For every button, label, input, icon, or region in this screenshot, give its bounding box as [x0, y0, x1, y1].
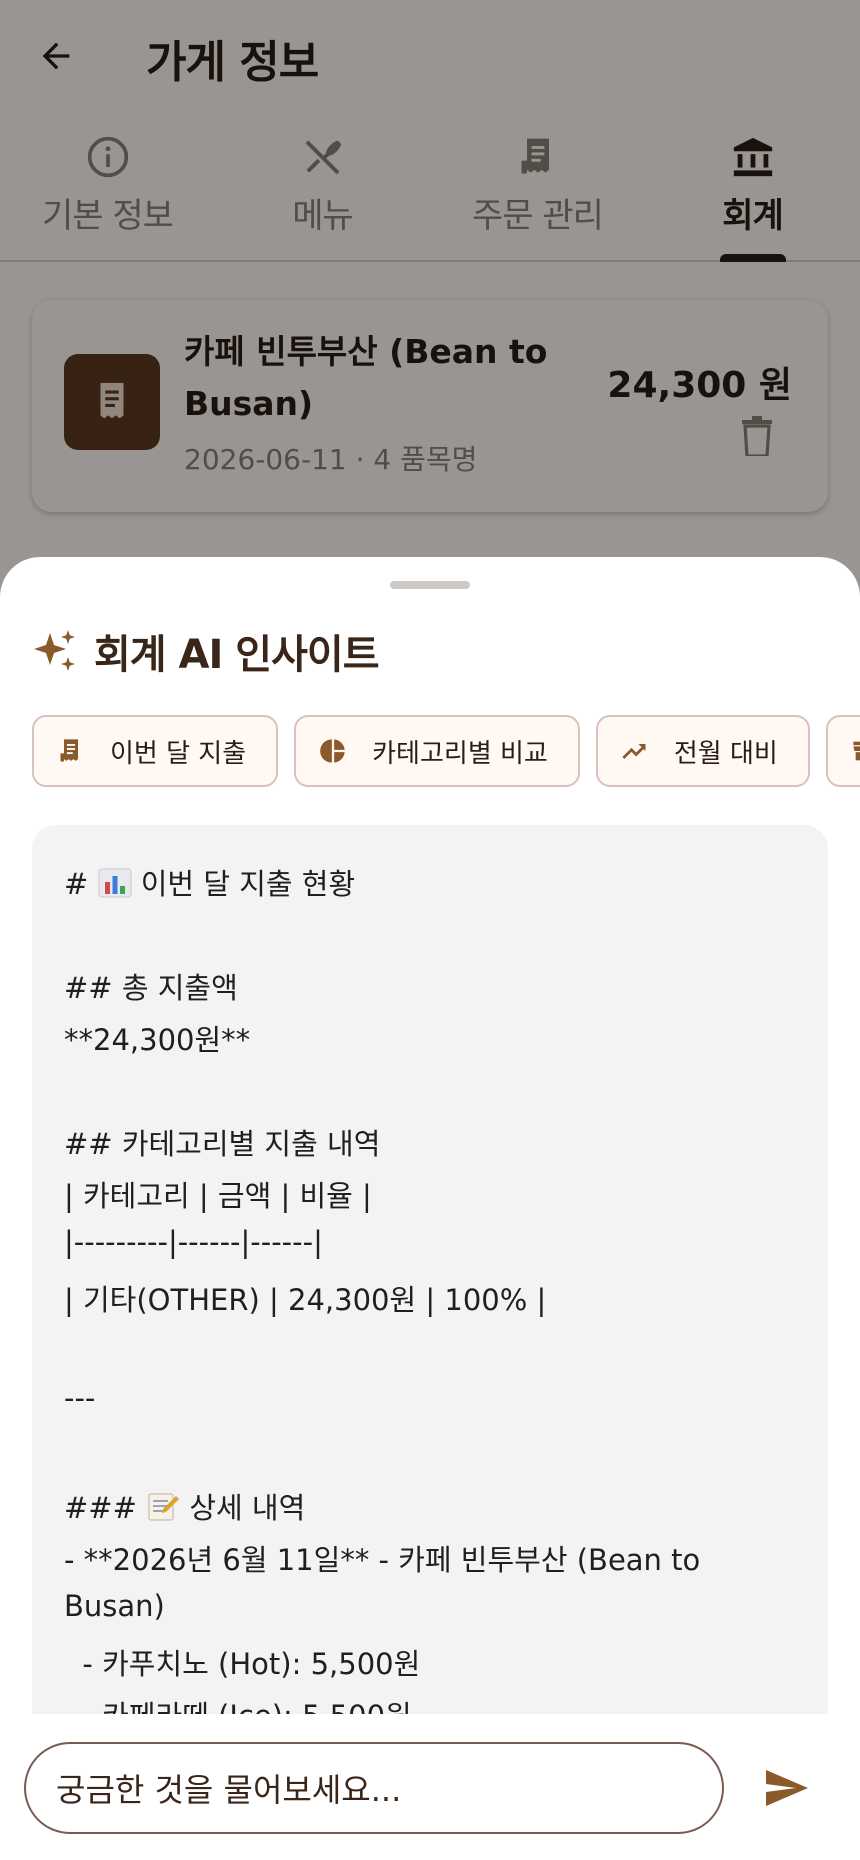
- chat-input[interactable]: 궁금한 것을 물어보세요...: [24, 1742, 724, 1834]
- chip-monthly-expense[interactable]: 이번 달 지출: [32, 715, 279, 787]
- response-total-value: **24,300원**: [64, 1023, 251, 1057]
- sparkle-icon: [34, 630, 75, 671]
- trending-up-icon: [620, 736, 650, 766]
- chip-store[interactable]: [825, 715, 860, 787]
- chat-input-bar: 궁금한 것을 물어보세요...: [0, 1714, 860, 1860]
- sheet-header: 회계 AI 인사이트: [32, 621, 379, 681]
- memo-emoji-icon: [148, 1493, 180, 1521]
- response-detail-line: Busan): [64, 1589, 165, 1623]
- ai-insight-sheet: 회계 AI 인사이트 이번 달 지출 카테고리별 비교 전월 대비 # 이번 달…: [0, 557, 860, 1860]
- response-table-separator: |---------|------|------|: [64, 1225, 323, 1259]
- chip-month-over-month[interactable]: 전월 대비: [595, 715, 810, 787]
- response-table-row: | 기타(OTHER) | 24,300원 | 100% |: [64, 1283, 547, 1317]
- ai-response-message: # 이번 달 지출 현황 ## 총 지출액 **24,300원** ## 카테고…: [32, 825, 828, 1825]
- chip-category-compare[interactable]: 카테고리별 비교: [294, 715, 580, 787]
- store-icon: [850, 736, 860, 766]
- response-detail-heading: ### 상세 내역: [64, 1491, 306, 1525]
- chip-label: 전월 대비: [673, 738, 778, 769]
- sheet-title: 회계 AI 인사이트: [94, 632, 379, 678]
- response-item: - 카푸치노 (Hot): 5,500원: [64, 1647, 421, 1681]
- pie-chart-icon: [318, 736, 348, 766]
- send-button[interactable]: [756, 1758, 816, 1818]
- response-detail-line: - **2026년 6월 11일** - 카페 빈투부산 (Bean to: [64, 1543, 701, 1577]
- drag-handle[interactable]: [390, 581, 470, 589]
- receipt-icon: [56, 736, 86, 766]
- chip-label: 이번 달 지출: [110, 738, 247, 769]
- chip-label: 카테고리별 비교: [372, 738, 548, 769]
- response-heading-1: # 이번 달 지출 현황: [64, 867, 356, 901]
- suggestion-chips: 이번 달 지출 카테고리별 비교 전월 대비: [32, 715, 860, 787]
- send-icon: [766, 1770, 808, 1806]
- response-total-heading: ## 총 지출액: [64, 971, 238, 1005]
- bar-chart-emoji-icon: [98, 868, 132, 898]
- response-category-heading: ## 카테고리별 지출 내역: [64, 1127, 381, 1161]
- response-table-header: | 카테고리 | 금액 | 비율 |: [64, 1179, 372, 1213]
- response-divider: ---: [64, 1381, 96, 1415]
